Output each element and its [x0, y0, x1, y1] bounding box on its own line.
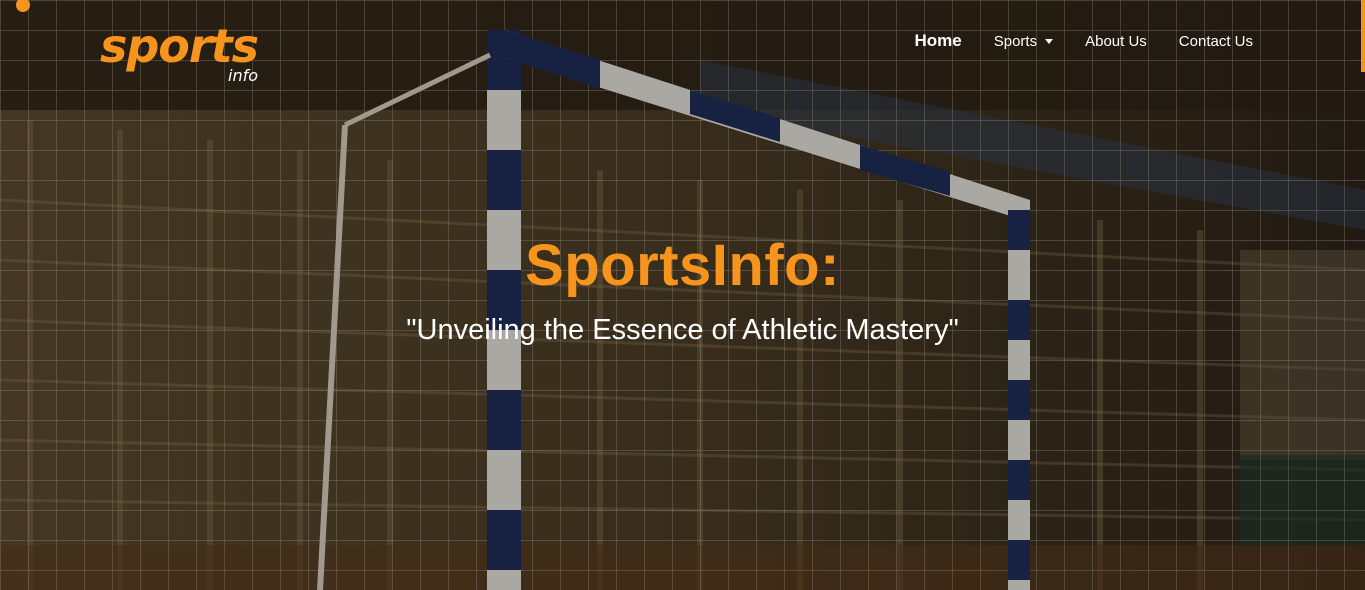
site-logo[interactable]: sports info: [100, 16, 280, 92]
nav-home-link[interactable]: Home: [915, 31, 962, 51]
main-nav: Home Sports About Us Contact Us: [883, 24, 1254, 58]
hero-title: SportsInfo:: [525, 233, 840, 298]
hero-subtitle: "Unveiling the Essence of Athletic Maste…: [406, 314, 959, 346]
nav-home-label: Home: [914, 31, 962, 50]
nav-sports-label: Sports: [993, 32, 1038, 50]
nav-contact-link[interactable]: Contact Us: [1179, 33, 1253, 50]
logo-sub-text: info: [228, 66, 259, 85]
nav-about-link[interactable]: About Us: [1085, 33, 1147, 50]
nav-contact-label: Contact Us: [1178, 32, 1253, 50]
scroll-indicator: [1361, 0, 1365, 72]
nav-sports-dropdown[interactable]: Sports: [993, 32, 1054, 50]
nav-about-label: About Us: [1085, 32, 1147, 50]
caret-down-icon: [1045, 38, 1054, 44]
